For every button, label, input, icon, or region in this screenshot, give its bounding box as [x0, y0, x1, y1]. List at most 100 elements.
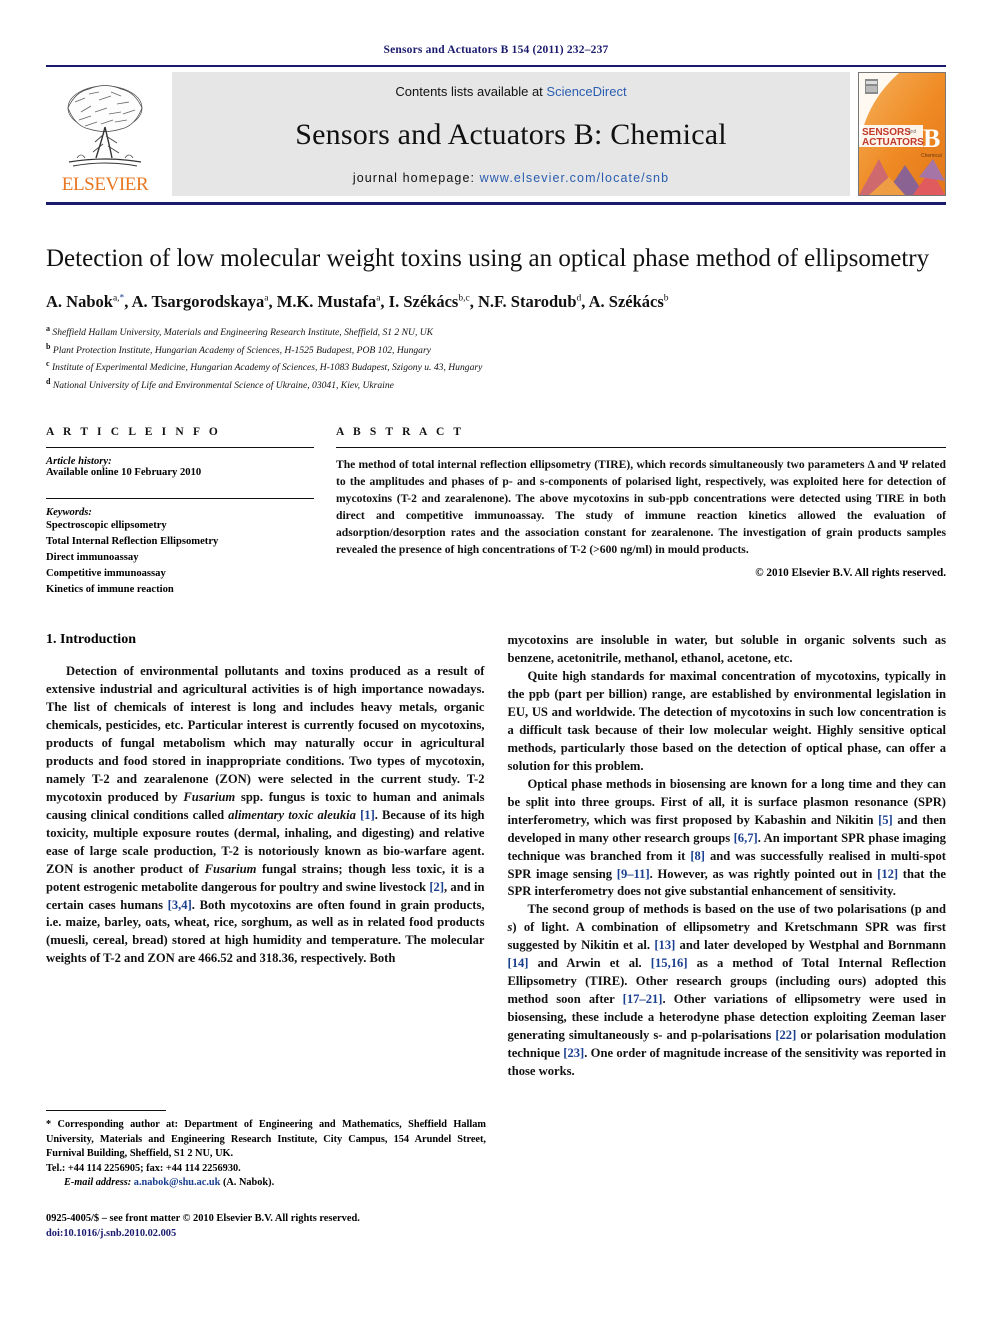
author-name: A. Tsargorodskaya — [131, 292, 265, 311]
keyword-item: Direct immunoassay — [46, 552, 139, 564]
affiliation-item: d National University of Life and Enviro… — [46, 376, 946, 394]
journal-homepage-line: journal homepage: www.elsevier.com/locat… — [353, 171, 669, 185]
affiliation-text: Institute of Experimental Medicine, Hung… — [51, 362, 483, 374]
divider — [46, 497, 314, 499]
author-affil-mark: a — [264, 293, 269, 304]
body-columns: 1. Introduction Detection of environment… — [46, 632, 946, 1080]
reference-link[interactable]: [3,4] — [168, 898, 192, 912]
author-entry: A. Székácsb — [589, 292, 669, 311]
abstract-heading: A B S T R A C T — [336, 425, 465, 438]
author-affil-mark: a — [376, 293, 381, 304]
article-info-heading: A R T I C L E I N F O — [46, 425, 221, 438]
author-affil-mark: b — [663, 293, 669, 304]
svg-text:B: B — [923, 124, 940, 153]
keywords-list: Spectroscopic ellipsometry Total Interna… — [46, 518, 314, 598]
author-entry: A. Naboka,* — [46, 292, 124, 311]
affiliation-item: a Sheffield Hallam University, Materials… — [46, 323, 946, 341]
reference-link[interactable]: [17–21] — [623, 992, 663, 1006]
affiliation-mark: c — [46, 359, 50, 369]
keywords-block: Keywords: Spectroscopic ellipsometry Tot… — [46, 507, 314, 598]
reference-link[interactable]: [14] — [508, 956, 529, 970]
contents-available-line: Contents lists available at ScienceDirec… — [395, 84, 626, 99]
symbol: s — [507, 920, 513, 935]
abstract-copyright: © 2010 Elsevier B.V. All rights reserved… — [755, 567, 946, 580]
homepage-url-link[interactable]: www.elsevier.com/locate/snb — [480, 171, 670, 185]
article-history-value: Available online 10 February 2010 — [46, 466, 202, 478]
contents-prefix: Contents lists available at — [395, 84, 547, 99]
affiliation-item: c Institute of Experimental Medicine, Hu… — [46, 358, 946, 376]
email-link[interactable]: a.nabok@shu.ac.uk — [134, 1177, 221, 1188]
affiliation-mark: a — [46, 324, 50, 333]
author-name: A. Nabok — [46, 292, 113, 311]
corresponding-author-marker[interactable]: * — [120, 294, 125, 304]
sciencedirect-link[interactable]: ScienceDirect — [546, 84, 626, 99]
affiliation-text: Sheffield Hallam University, Materials a… — [52, 327, 434, 339]
paragraph: The second group of methods is based on … — [507, 902, 947, 1078]
paragraph: Detection of environmental pollutants an… — [46, 664, 485, 966]
abstract-text: The method of total internal reflection … — [336, 457, 946, 557]
affiliation-list: a Sheffield Hallam University, Materials… — [46, 323, 946, 394]
svg-text:and: and — [908, 129, 917, 135]
article-info-column: A R T I C L E I N F O Article history: A… — [46, 426, 336, 598]
keywords-label: Keywords: — [46, 506, 92, 518]
reference-link[interactable]: [9–11] — [617, 867, 650, 881]
issn-copyright-block: 0925-4005/$ – see front matter © 2010 El… — [46, 1211, 486, 1241]
reference-link[interactable]: [15,16] — [651, 956, 688, 970]
author-entry: N.F. Starodubd — [478, 292, 581, 311]
journal-cover-thumbnail: SENSORS ACTUATORS and B Chemical — [858, 72, 946, 196]
reference-link[interactable]: [23] — [563, 1046, 584, 1060]
masthead-center-panel: Contents lists available at ScienceDirec… — [172, 72, 850, 196]
svg-text:Chemical: Chemical — [921, 153, 942, 159]
author-name: I. Székács — [388, 292, 459, 311]
footnote-block: * Corresponding author at: Department of… — [46, 1110, 486, 1241]
reference-link[interactable]: [22] — [775, 1028, 796, 1042]
section-heading-introduction: 1. Introduction — [46, 632, 136, 648]
reference-link[interactable]: [1] — [360, 808, 375, 822]
title-block: Detection of low molecular weight toxins… — [46, 243, 946, 394]
reference-link[interactable]: [13] — [654, 938, 675, 952]
affiliation-mark: d — [46, 377, 51, 387]
affiliation-item: b Plant Protection Institute, Hungarian … — [46, 341, 946, 359]
svg-text:ACTUATORS: ACTUATORS — [862, 137, 924, 148]
article-page: Sensors and Actuators B 154 (2011) 232–2… — [0, 0, 992, 1323]
running-head: Sensors and Actuators B 154 (2011) 232–2… — [383, 44, 609, 56]
reference-link[interactable]: [2] — [429, 880, 444, 894]
doi-line[interactable]: doi:10.1016/j.snb.2010.02.005 — [46, 1226, 486, 1241]
keyword-item: Spectroscopic ellipsometry — [46, 519, 167, 531]
email-label: E-mail address: — [64, 1177, 132, 1189]
reference-link[interactable]: [5] — [878, 813, 893, 827]
divider — [46, 446, 314, 448]
reference-link[interactable]: [8] — [690, 849, 705, 863]
genus-name: Fusarium — [204, 861, 257, 876]
issn-line: 0925-4005/$ – see front matter © 2010 El… — [46, 1213, 360, 1225]
divider — [336, 446, 946, 448]
masthead-bottom-rule — [46, 202, 946, 205]
reference-link[interactable]: [12] — [877, 867, 898, 881]
email-owner: (A. Nabok). — [222, 1177, 275, 1189]
email-note: E-mail address: a.nabok@shu.ac.uk (A. Na… — [46, 1176, 486, 1191]
info-and-abstract: A R T I C L E I N F O Article history: A… — [46, 426, 946, 598]
footnote-rule — [46, 1110, 166, 1111]
affiliation-text: Plant Protection Institute, Hungarian Ac… — [52, 344, 431, 356]
author-name: N.F. Starodub — [477, 292, 577, 311]
author-affil-mark: d — [576, 293, 582, 304]
paragraph: Quite high standards for maximal concent… — [507, 669, 947, 773]
affiliation-text: National University of Life and Environm… — [52, 380, 394, 392]
author-entry: M.K. Mustafaa — [277, 292, 381, 311]
journal-title: Sensors and Actuators B: Chemical — [295, 118, 727, 151]
reference-link[interactable]: [6,7] — [734, 831, 758, 845]
cover-art-icon: SENSORS ACTUATORS and B Chemical — [859, 73, 945, 195]
paragraph: Optical phase methods in biosensing are … — [507, 776, 947, 899]
author-entry: I. Székácsb,c — [389, 292, 470, 311]
author-entry: A. Tsargorodskayaa — [132, 292, 269, 311]
author-affil-mark: a, — [112, 293, 120, 304]
body-left-column: 1. Introduction Detection of environment… — [46, 632, 485, 1080]
author-affil-mark: b,c — [458, 293, 470, 304]
paragraph: mycotoxins are insoluble in water, but s… — [507, 633, 947, 666]
author-name: A. Székács — [588, 292, 664, 311]
article-history-label: Article history: — [46, 455, 112, 467]
condition-name: alimentary toxic aleukia — [228, 807, 356, 822]
keyword-item: Kinetics of immune reaction — [46, 584, 174, 596]
author-name: M.K. Mustafa — [276, 292, 377, 311]
masthead-top-rule — [46, 65, 946, 67]
